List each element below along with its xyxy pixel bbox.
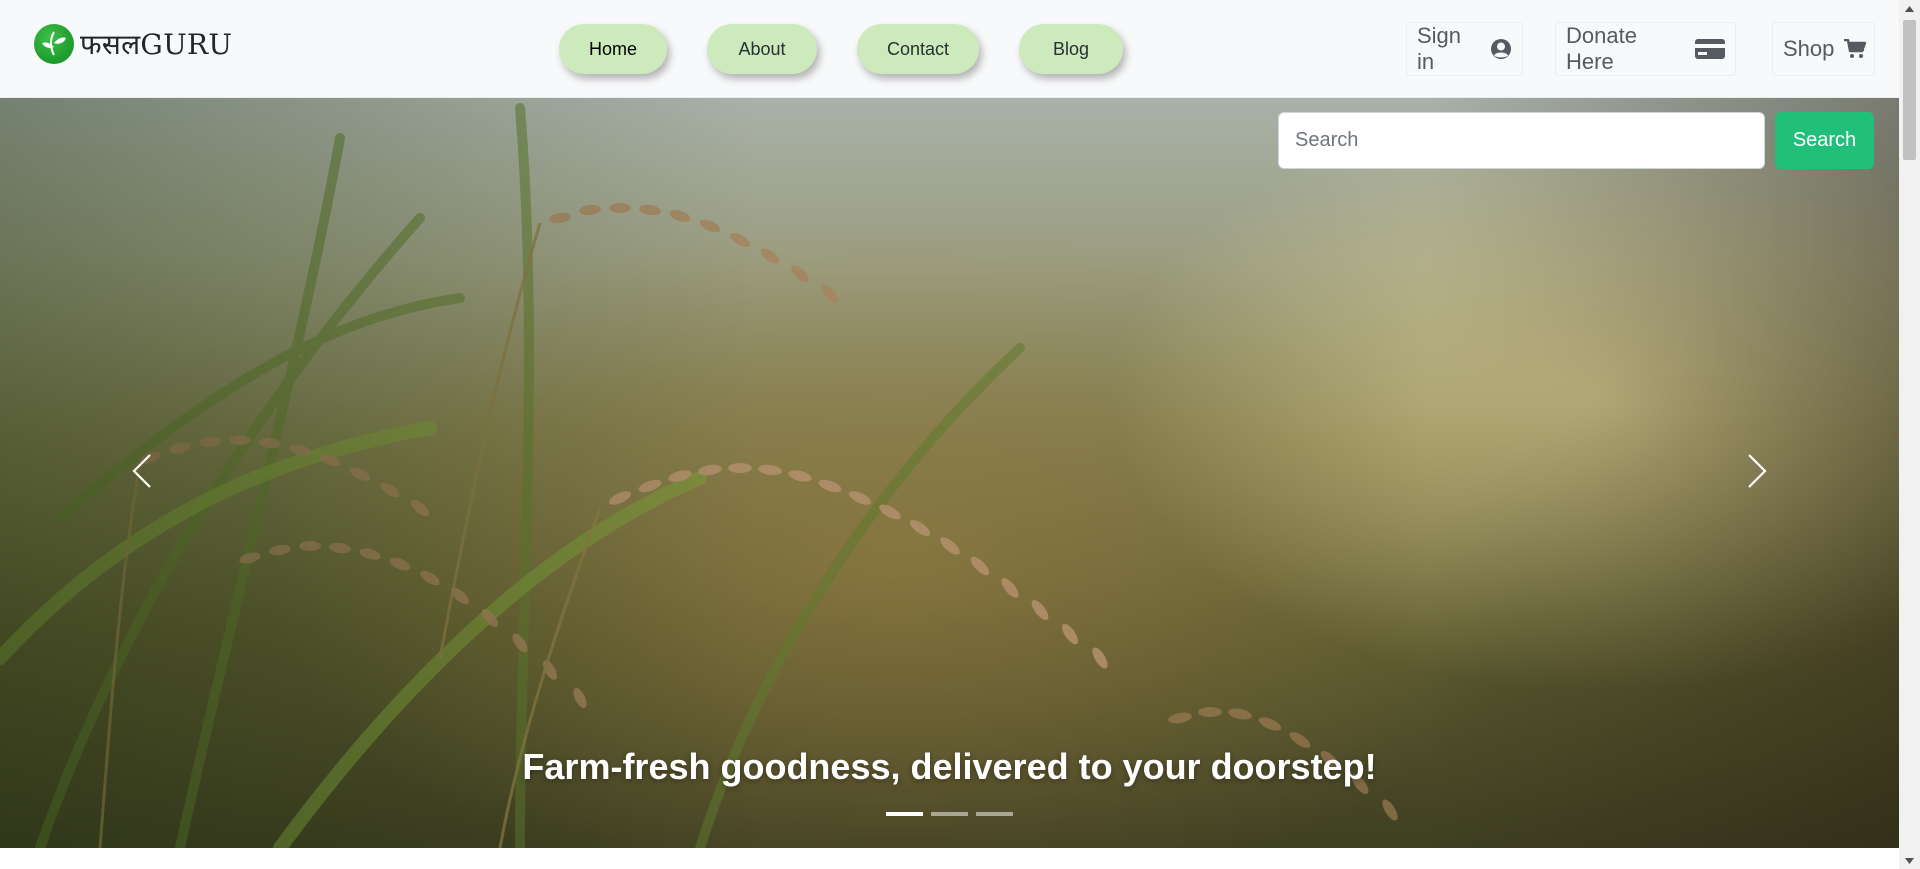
shop-label: Shop — [1783, 36, 1835, 61]
carousel-prev-button[interactable] — [122, 448, 162, 498]
navbar: फसलGURU Home About Contact Blog Sign in … — [0, 0, 1899, 98]
scroll-up-arrow-icon[interactable] — [1899, 0, 1920, 17]
search-input[interactable] — [1278, 112, 1765, 169]
nav-blog[interactable]: Blog — [1019, 24, 1123, 74]
brand[interactable]: फसलGURU — [34, 24, 232, 64]
nav-about[interactable]: About — [707, 24, 817, 74]
sign-in-button[interactable]: Sign in — [1406, 22, 1523, 76]
user-circle-icon — [1490, 38, 1512, 60]
nav-home[interactable]: Home — [559, 24, 667, 74]
scrollbar-thumb[interactable] — [1903, 20, 1916, 160]
hero-carousel: Search Farm-fresh goodness, delivered to… — [0, 98, 1899, 848]
chevron-right-icon — [1746, 453, 1768, 494]
nav-links: Home About Contact Blog — [559, 24, 1123, 74]
shop-button[interactable]: Shop — [1772, 22, 1875, 76]
shopping-cart-icon — [1844, 39, 1867, 59]
carousel-next-button[interactable] — [1737, 448, 1777, 498]
search-form: Search — [1278, 112, 1874, 169]
search-button[interactable]: Search — [1775, 112, 1874, 169]
leaf-globe-icon — [34, 24, 74, 64]
brand-name: फसलGURU — [80, 28, 233, 61]
chevron-left-icon — [131, 453, 153, 494]
carousel-indicator-3[interactable] — [976, 812, 1013, 816]
page-scrollbar[interactable] — [1899, 0, 1920, 869]
sign-in-label: Sign in — [1417, 23, 1462, 74]
carousel-indicators — [886, 812, 1013, 816]
carousel-indicator-2[interactable] — [931, 812, 968, 816]
credit-card-icon — [1695, 39, 1725, 59]
carousel-indicator-1[interactable] — [886, 812, 923, 816]
donate-button[interactable]: Donate Here — [1555, 22, 1736, 76]
donate-label: Donate Here — [1566, 23, 1637, 74]
nav-contact[interactable]: Contact — [857, 24, 979, 74]
scroll-down-arrow-icon[interactable] — [1899, 852, 1920, 869]
carousel-caption: Farm-fresh goodness, delivered to your d… — [522, 746, 1377, 787]
